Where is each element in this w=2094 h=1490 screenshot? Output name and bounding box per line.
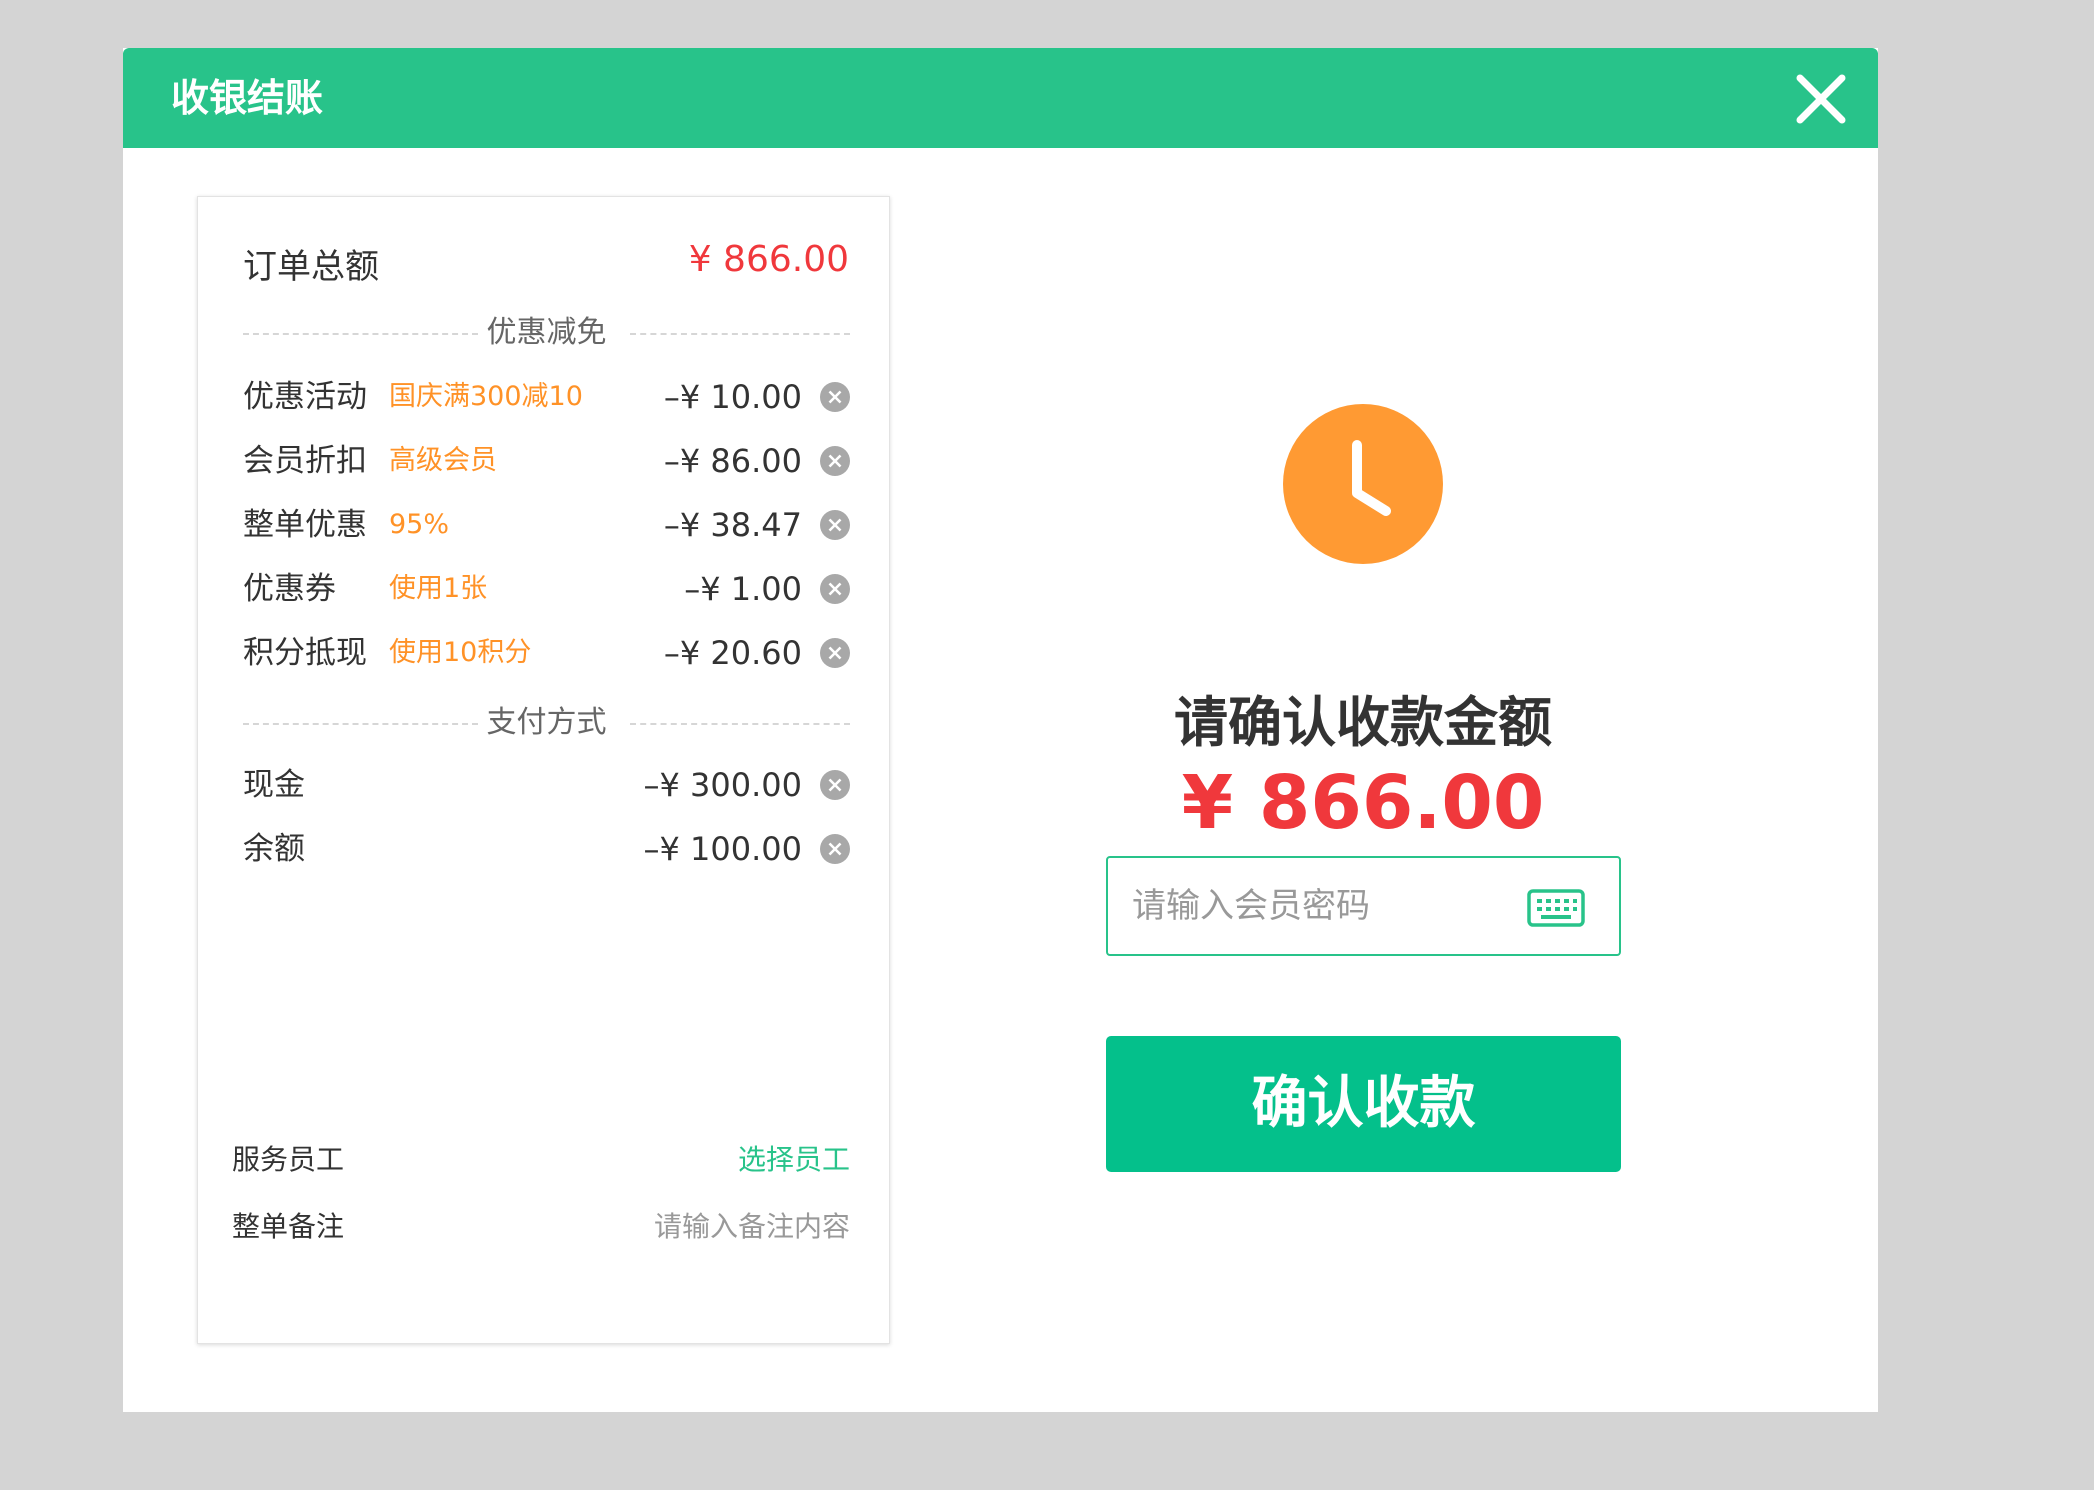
select-staff-link[interactable]: 选择员工 <box>738 1140 850 1180</box>
discount-amount: –¥ 1.00 <box>684 570 802 608</box>
remove-icon[interactable] <box>820 574 850 604</box>
discount-row-points: 积分抵现 使用10积分 –¥ 20.60 <box>243 631 850 675</box>
remove-icon[interactable] <box>820 638 850 668</box>
order-remark-row: 整单备注 请输入备注内容 <box>232 1207 850 1247</box>
discount-label: 优惠券 <box>243 571 336 607</box>
dialog-header: 收银结账 <box>123 48 1878 148</box>
remove-icon[interactable] <box>820 834 850 864</box>
payment-row-cash: 现金 –¥ 300.00 <box>243 763 850 807</box>
discount-label: 会员折扣 <box>243 443 367 479</box>
payment-section-divider: 支付方式 <box>243 703 850 743</box>
checkout-dialog: 收银结账 订单总额 ¥ 866.00 优惠减免 优惠活动 国庆满300减10 –… <box>123 48 1878 1412</box>
payment-amount: –¥ 100.00 <box>643 830 803 868</box>
member-password-input[interactable] <box>1132 858 1512 954</box>
confirm-payment-button[interactable]: 确认收款 <box>1106 1036 1621 1172</box>
order-remark-input[interactable]: 请输入备注内容 <box>654 1207 850 1247</box>
close-icon[interactable] <box>1794 72 1848 126</box>
clock-icon <box>1283 404 1443 564</box>
order-total-label: 订单总额 <box>243 247 379 287</box>
service-staff-label: 服务员工 <box>232 1143 345 1176</box>
service-staff-row: 服务员工 选择员工 <box>232 1140 850 1180</box>
payment-amount: –¥ 300.00 <box>643 766 803 804</box>
discount-row-member: 会员折扣 高级会员 –¥ 86.00 <box>243 439 850 483</box>
remove-icon[interactable] <box>820 382 850 412</box>
keyboard-icon[interactable] <box>1527 888 1585 928</box>
payment-label: 现金 <box>243 767 305 803</box>
discount-tag[interactable]: 使用1张 <box>389 567 487 611</box>
discount-amount: –¥ 86.00 <box>663 442 802 480</box>
discount-tag[interactable]: 国庆满300减10 <box>389 375 583 419</box>
discount-tag[interactable]: 高级会员 <box>389 439 497 483</box>
member-password-field[interactable] <box>1106 856 1621 956</box>
discount-row-coupon: 优惠券 使用1张 –¥ 1.00 <box>243 567 850 611</box>
discount-label: 整单优惠 <box>243 507 367 543</box>
discount-row-order: 整单优惠 95% –¥ 38.47 <box>243 503 850 547</box>
discount-amount: –¥ 20.60 <box>663 634 802 672</box>
remove-icon[interactable] <box>820 770 850 800</box>
order-remark-label: 整单备注 <box>232 1210 345 1243</box>
discount-label: 积分抵现 <box>243 635 367 671</box>
discount-row-promotion: 优惠活动 国庆满300减10 –¥ 10.00 <box>243 375 850 419</box>
payment-label: 余额 <box>243 831 305 867</box>
confirm-title: 请确认收款金额 <box>1174 691 1552 754</box>
order-total-value: ¥ 866.00 <box>688 239 849 280</box>
payment-row-balance: 余额 –¥ 100.00 <box>243 827 850 871</box>
remove-icon[interactable] <box>820 446 850 476</box>
order-summary-card: 订单总额 ¥ 866.00 优惠减免 优惠活动 国庆满300减10 –¥ 10.… <box>197 196 890 1344</box>
discount-amount: –¥ 38.47 <box>663 506 802 544</box>
confirm-amount: ¥ 866.00 <box>1181 760 1545 846</box>
discount-tag[interactable]: 95% <box>389 503 449 547</box>
remove-icon[interactable] <box>820 510 850 540</box>
discount-section-divider: 优惠减免 <box>243 313 850 353</box>
discount-label: 优惠活动 <box>243 379 367 415</box>
dialog-title: 收银结账 <box>171 76 324 120</box>
discount-tag[interactable]: 使用10积分 <box>389 631 531 675</box>
discount-amount: –¥ 10.00 <box>663 378 802 416</box>
